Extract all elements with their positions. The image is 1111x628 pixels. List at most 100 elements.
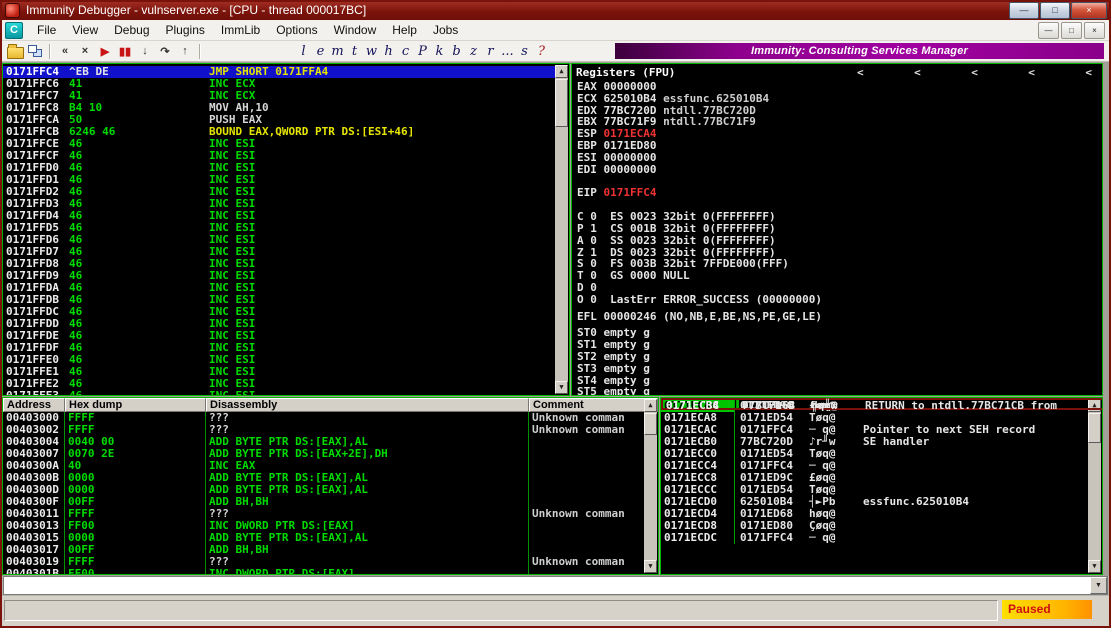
command-dropdown-button[interactable]: ▼: [1090, 577, 1107, 594]
disasm-row[interactable]: 0171FFDB 46 INC ESI: [3, 294, 556, 306]
toolbar-letter-3[interactable]: t: [346, 44, 363, 59]
toolbar-letter-14[interactable]: ?: [533, 44, 550, 59]
command-input[interactable]: [5, 578, 1094, 593]
toolbar-letter-9[interactable]: b: [448, 44, 465, 59]
mdi-maximize-button[interactable]: □: [1061, 21, 1082, 39]
minimize-button[interactable]: —: [1009, 1, 1039, 19]
column-header-address[interactable]: Address: [3, 398, 65, 412]
step-into-icon[interactable]: ↓: [135, 43, 155, 60]
disasm-row[interactable]: 0171FFC8 B4 10 MOV AH,10: [3, 102, 556, 114]
menu-item-immlib[interactable]: ImmLib: [213, 21, 268, 39]
dump-pane[interactable]: Address Hex dump Disassembly Comment 004030…: [2, 397, 659, 575]
stack-scrollbar[interactable]: ▲ ▼: [1088, 399, 1101, 573]
disassembly-pane[interactable]: 0171FFC4 ^EB DE JMP SHORT 0171FFA4 0171FFC6…: [2, 63, 570, 396]
toolbar-letter-6[interactable]: c: [397, 44, 414, 59]
disasm-row[interactable]: 0171FFCB 6246 46 BOUND EAX,QWORD PTR DS:[E…: [3, 126, 556, 138]
stack-row[interactable]: 0171ECDC 0171FFC4 ─ q@: [661, 532, 1089, 544]
disasm-row[interactable]: 0171FFD9 46 INC ESI: [3, 270, 556, 282]
disassembly-scrollbar[interactable]: ▲ ▼: [555, 65, 568, 394]
column-header-comment[interactable]: Comment: [529, 398, 658, 412]
column-header-hex-dump[interactable]: Hex dump: [65, 398, 206, 412]
menu-item-view[interactable]: View: [64, 21, 106, 39]
open-file-icon[interactable]: [5, 43, 25, 60]
stack-pane[interactable]: 0171ECA4 0171ED9C £øq@ 0171ECA8 0171ED54 Tøq@…: [660, 397, 1103, 575]
disasm-row[interactable]: 0171FFD6 46 INC ESI: [3, 234, 556, 246]
scroll-up-button[interactable]: ▲: [644, 399, 657, 412]
maximize-button[interactable]: □: [1040, 1, 1070, 19]
menu-item-options[interactable]: Options: [268, 21, 325, 39]
stack-row[interactable]: 0171ECD4 0171ED68 høq@: [661, 508, 1089, 520]
toolbar-letter-12[interactable]: ...: [499, 44, 516, 59]
disasm-row[interactable]: 0171FFE1 46 INC ESI: [3, 366, 556, 378]
disasm-row[interactable]: 0171FFDA 46 INC ESI: [3, 282, 556, 294]
menu-item-debug[interactable]: Debug: [106, 21, 157, 39]
windows-icon[interactable]: [25, 43, 45, 60]
scroll-down-button[interactable]: ▼: [644, 560, 657, 573]
toolbar-letter-11[interactable]: r: [482, 44, 499, 59]
disasm-row[interactable]: 0171FFCF 46 INC ESI: [3, 150, 556, 162]
dump-row[interactable]: 0040301B FF00 INC DWORD PTR DS:[EAX]: [3, 568, 645, 574]
stack-row[interactable]: 0171ECC8 0171ED9C £øq@: [661, 472, 1089, 484]
toolbar-letter-1[interactable]: e: [312, 44, 329, 59]
pane-arrow-icon[interactable]: <: [914, 66, 921, 79]
disasm-row[interactable]: 0171FFE3 46 INC ESI: [3, 390, 556, 396]
menu-item-plugins[interactable]: Plugins: [158, 21, 213, 39]
close-program-icon[interactable]: ×: [75, 43, 95, 60]
disasm-row[interactable]: 0171FFC6 41 INC ECX: [3, 78, 556, 90]
disasm-row[interactable]: 0171FFD1 46 INC ESI: [3, 174, 556, 186]
console-icon[interactable]: C: [5, 21, 23, 39]
scroll-down-button[interactable]: ▼: [555, 381, 568, 394]
run-icon[interactable]: ▶: [95, 43, 115, 60]
disasm-row[interactable]: 0171FFC4 ^EB DE JMP SHORT 0171FFA4: [3, 66, 556, 78]
menu-item-window[interactable]: Window: [326, 21, 385, 39]
disasm-row[interactable]: 0171FFE2 46 INC ESI: [3, 378, 556, 390]
stack-row[interactable]: 0171ECA4 0171ED9C £øq@: [661, 400, 1089, 412]
dump-row[interactable]: 00403007 0070 2E ADD BYTE PTR DS:[EAX+2E],…: [3, 448, 645, 460]
stack-row[interactable]: 0171ECD8 0171ED80 Çøq@: [661, 520, 1089, 532]
disasm-row[interactable]: 0171FFDC 46 INC ESI: [3, 306, 556, 318]
pane-arrow-icon[interactable]: <: [1028, 66, 1035, 79]
title-bar[interactable]: Immunity Debugger - vulnserver.exe - [CP…: [0, 0, 1111, 20]
disasm-row[interactable]: 0171FFDF 46 INC ESI: [3, 342, 556, 354]
stack-row[interactable]: 0171ECC0 0171ED54 Tøq@: [661, 448, 1089, 460]
scrollbar-thumb[interactable]: [644, 413, 657, 435]
toolbar-letter-8[interactable]: k: [431, 44, 448, 59]
disasm-row[interactable]: 0171FFD8 46 INC ESI: [3, 258, 556, 270]
mdi-close-button[interactable]: ×: [1084, 21, 1105, 39]
menu-item-file[interactable]: File: [29, 21, 64, 39]
scrollbar-thumb[interactable]: [1088, 413, 1101, 443]
pause-icon[interactable]: ▮▮: [115, 43, 135, 60]
disasm-row[interactable]: 0171FFD2 46 INC ESI: [3, 186, 556, 198]
scroll-down-button[interactable]: ▼: [1088, 560, 1101, 573]
pane-arrow-icon[interactable]: <: [1085, 66, 1092, 79]
scroll-up-button[interactable]: ▲: [1088, 399, 1101, 412]
toolbar-letter-13[interactable]: s: [516, 44, 533, 59]
toolbar-letter-10[interactable]: z: [465, 44, 482, 59]
column-header-disassembly[interactable]: Disassembly: [206, 398, 529, 412]
mdi-minimize-button[interactable]: —: [1038, 21, 1059, 39]
scroll-up-button[interactable]: ▲: [555, 65, 568, 78]
step-over-icon[interactable]: ↷: [155, 43, 175, 60]
menu-item-help[interactable]: Help: [384, 21, 425, 39]
disasm-row[interactable]: 0171FFD0 46 INC ESI: [3, 162, 556, 174]
restart-icon[interactable]: «: [55, 43, 75, 60]
registers-pane[interactable]: Registers (FPU) < < < < < EAX 00000000 ECX 62…: [571, 63, 1103, 396]
disasm-row[interactable]: 0171FFD7 46 INC ESI: [3, 246, 556, 258]
toolbar-letter-0[interactable]: l: [295, 44, 312, 59]
disasm-row[interactable]: 0171FFDD 46 INC ESI: [3, 318, 556, 330]
stack-row[interactable]: 0171ECC4 0171FFC4 ─ q@: [661, 460, 1089, 472]
dump-scrollbar[interactable]: ▲ ▼: [644, 399, 657, 573]
menu-item-jobs[interactable]: Jobs: [425, 21, 466, 39]
stack-row[interactable]: 0171ECD0 625010B4 ┤►Pb essfunc.625010B4: [661, 496, 1089, 508]
toolbar-letter-7[interactable]: P: [414, 44, 431, 59]
disasm-row[interactable]: 0171FFCE 46 INC ESI: [3, 138, 556, 150]
pane-arrow-icon[interactable]: <: [857, 66, 864, 79]
disasm-row[interactable]: 0171FFD3 46 INC ESI: [3, 198, 556, 210]
toolbar-letter-4[interactable]: w: [363, 44, 380, 59]
scrollbar-thumb[interactable]: [555, 79, 568, 127]
exec-till-return-icon[interactable]: ↑: [175, 43, 195, 60]
toolbar-letter-2[interactable]: m: [329, 44, 346, 59]
disasm-row[interactable]: 0171FFD4 46 INC ESI: [3, 210, 556, 222]
disasm-row[interactable]: 0171FFDE 46 INC ESI: [3, 330, 556, 342]
disasm-row[interactable]: 0171FFD5 46 INC ESI: [3, 222, 556, 234]
